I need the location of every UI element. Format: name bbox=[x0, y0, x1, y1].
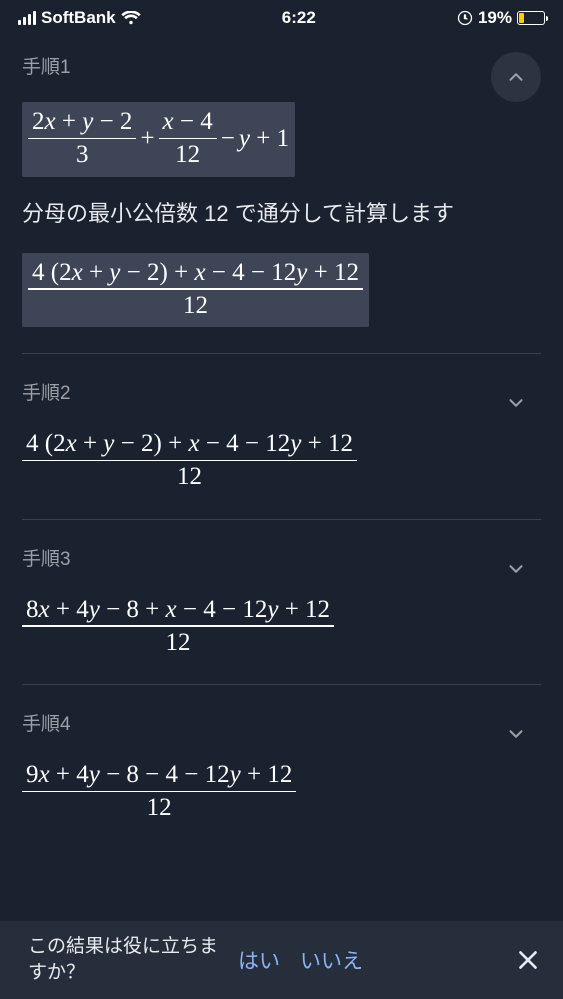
close-icon bbox=[515, 947, 541, 973]
chevron-down-icon bbox=[505, 723, 527, 745]
feedback-no-button[interactable]: いいえ bbox=[300, 945, 363, 975]
step1-expression-1: 2x + y − 2 3 + x − 4 12 − y + 1 bbox=[22, 102, 541, 177]
step-2: 手順2 4 (2x + y − 2) + x − 4 − 12y + 12 12 bbox=[22, 354, 541, 520]
wifi-icon bbox=[121, 11, 141, 25]
step-label: 手順2 bbox=[22, 378, 71, 405]
step-3: 手順3 8x + 4y − 8 + x − 4 − 12y + 12 12 bbox=[22, 520, 541, 686]
steps-container: 手順1 2x + y − 2 3 + x − 4 12 − y + 1 bbox=[0, 36, 563, 864]
carrier-label: SoftBank bbox=[41, 8, 116, 28]
step-label: 手順3 bbox=[22, 544, 71, 571]
step2-expression: 4 (2x + y − 2) + x − 4 − 12y + 12 12 bbox=[22, 428, 541, 493]
chevron-down-icon bbox=[505, 392, 527, 414]
step4-expression: 9x + 4y − 8 − 4 − 12y + 12 12 bbox=[22, 759, 541, 824]
battery-pct: 19% bbox=[478, 8, 512, 28]
expand-button[interactable] bbox=[491, 544, 541, 594]
step3-expression: 8x + 4y − 8 + x − 4 − 12y + 12 12 bbox=[22, 594, 541, 659]
collapse-button[interactable] bbox=[491, 52, 541, 102]
status-bar: SoftBank 6:22 19% bbox=[0, 0, 563, 36]
step1-expression-2: 4 (2x + y − 2) + x − 4 − 12y + 12 12 bbox=[22, 253, 541, 328]
step-4: 手順4 9x + 4y − 8 − 4 − 12y + 12 12 bbox=[22, 685, 541, 864]
feedback-question: この結果は役に立ちますか？ bbox=[28, 934, 218, 985]
signal-icon bbox=[18, 11, 36, 25]
chevron-down-icon bbox=[505, 558, 527, 580]
step1-explanation: 分母の最小公倍数 12 で通分して計算します bbox=[22, 197, 541, 231]
battery-icon bbox=[517, 11, 545, 25]
expand-button[interactable] bbox=[491, 378, 541, 428]
rotation-lock-icon bbox=[457, 10, 473, 26]
battery-fill bbox=[519, 13, 524, 23]
clock: 6:22 bbox=[282, 8, 316, 28]
feedback-yes-button[interactable]: はい bbox=[238, 945, 280, 975]
chevron-up-icon bbox=[505, 66, 527, 88]
step-1: 手順1 2x + y − 2 3 + x − 4 12 − y + 1 bbox=[22, 44, 541, 354]
expand-button[interactable] bbox=[491, 709, 541, 759]
step-label: 手順1 bbox=[22, 52, 71, 79]
feedback-close-button[interactable] bbox=[515, 947, 541, 973]
feedback-bar: この結果は役に立ちますか？ はい いいえ bbox=[0, 921, 563, 999]
step-label: 手順4 bbox=[22, 709, 71, 736]
